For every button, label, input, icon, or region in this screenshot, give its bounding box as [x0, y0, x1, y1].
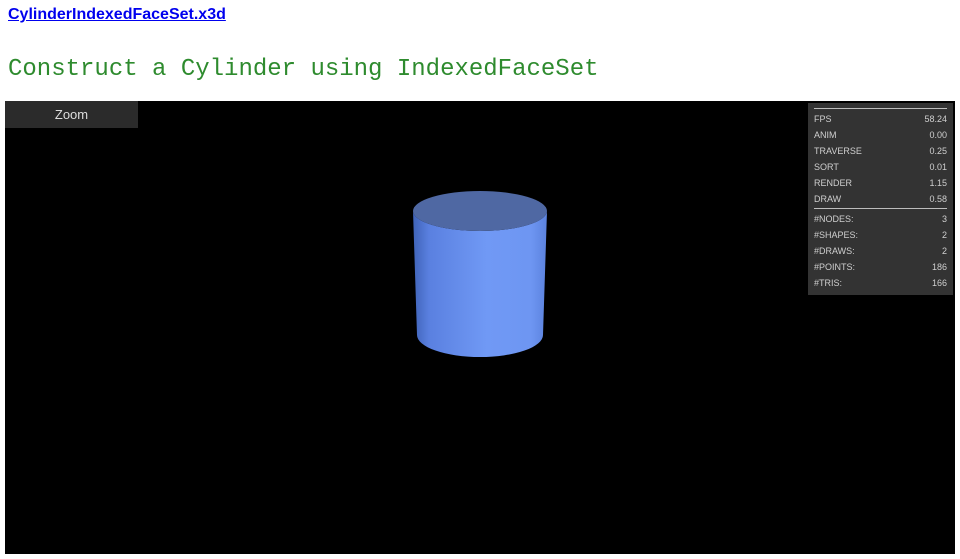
stats-row-tris: #TRIS: 166 [814, 275, 947, 291]
stats-value: 0.00 [929, 130, 947, 140]
stats-row-fps: FPS 58.24 [814, 111, 947, 127]
stats-label: #NODES: [814, 214, 854, 224]
stats-value: 2 [941, 230, 947, 240]
file-link[interactable]: CylinderIndexedFaceSet.x3d [8, 6, 226, 24]
stats-row-draws: #DRAWS: 2 [814, 243, 947, 259]
stats-row-render: RENDER 1.15 [814, 175, 947, 191]
stats-label: SORT [814, 162, 839, 172]
stats-label: #POINTS: [814, 262, 856, 272]
stats-value: 3 [941, 214, 947, 224]
stats-label: DRAW [814, 194, 842, 204]
stats-value: 186 [931, 262, 947, 272]
stats-row-shapes: #SHAPES: 2 [814, 227, 947, 243]
stats-label: #TRIS: [814, 278, 843, 288]
stats-value: 0.58 [929, 194, 947, 204]
stats-label: #DRAWS: [814, 246, 855, 256]
stats-divider [814, 208, 947, 209]
stats-label: TRAVERSE [814, 146, 862, 156]
stats-value: 58.24 [924, 114, 947, 124]
cylinder-shape[interactable] [413, 191, 547, 357]
x3d-viewport[interactable]: Zoom FPS 58.24 ANIM 0.00 TRAVERSE 0.25 SORT… [5, 101, 955, 554]
stats-row-nodes: #NODES: 3 [814, 211, 947, 227]
stats-panel: FPS 58.24 ANIM 0.00 TRAVERSE 0.25 SORT 0.01 … [808, 103, 953, 295]
stats-divider [814, 108, 947, 109]
stats-row-sort: SORT 0.01 [814, 159, 947, 175]
stats-value: 0.25 [929, 146, 947, 156]
stats-row-draw: DRAW 0.58 [814, 191, 947, 207]
stats-value: 166 [931, 278, 947, 288]
stats-label: FPS [814, 114, 832, 124]
stats-label: ANIM [814, 130, 837, 140]
stats-label: #SHAPES: [814, 230, 859, 240]
page-heading: Construct a Cylinder using IndexedFaceSe… [8, 56, 599, 83]
navigation-mode-button[interactable]: Zoom [5, 101, 138, 128]
cylinder-side [413, 211, 547, 357]
stats-row-points: #POINTS: 186 [814, 259, 947, 275]
stats-value: 2 [941, 246, 947, 256]
stats-row-anim: ANIM 0.00 [814, 127, 947, 143]
stats-value: 0.01 [929, 162, 947, 172]
cylinder-top [413, 191, 547, 231]
stats-value: 1.15 [929, 178, 947, 188]
stats-row-traverse: TRAVERSE 0.25 [814, 143, 947, 159]
stats-label: RENDER [814, 178, 853, 188]
